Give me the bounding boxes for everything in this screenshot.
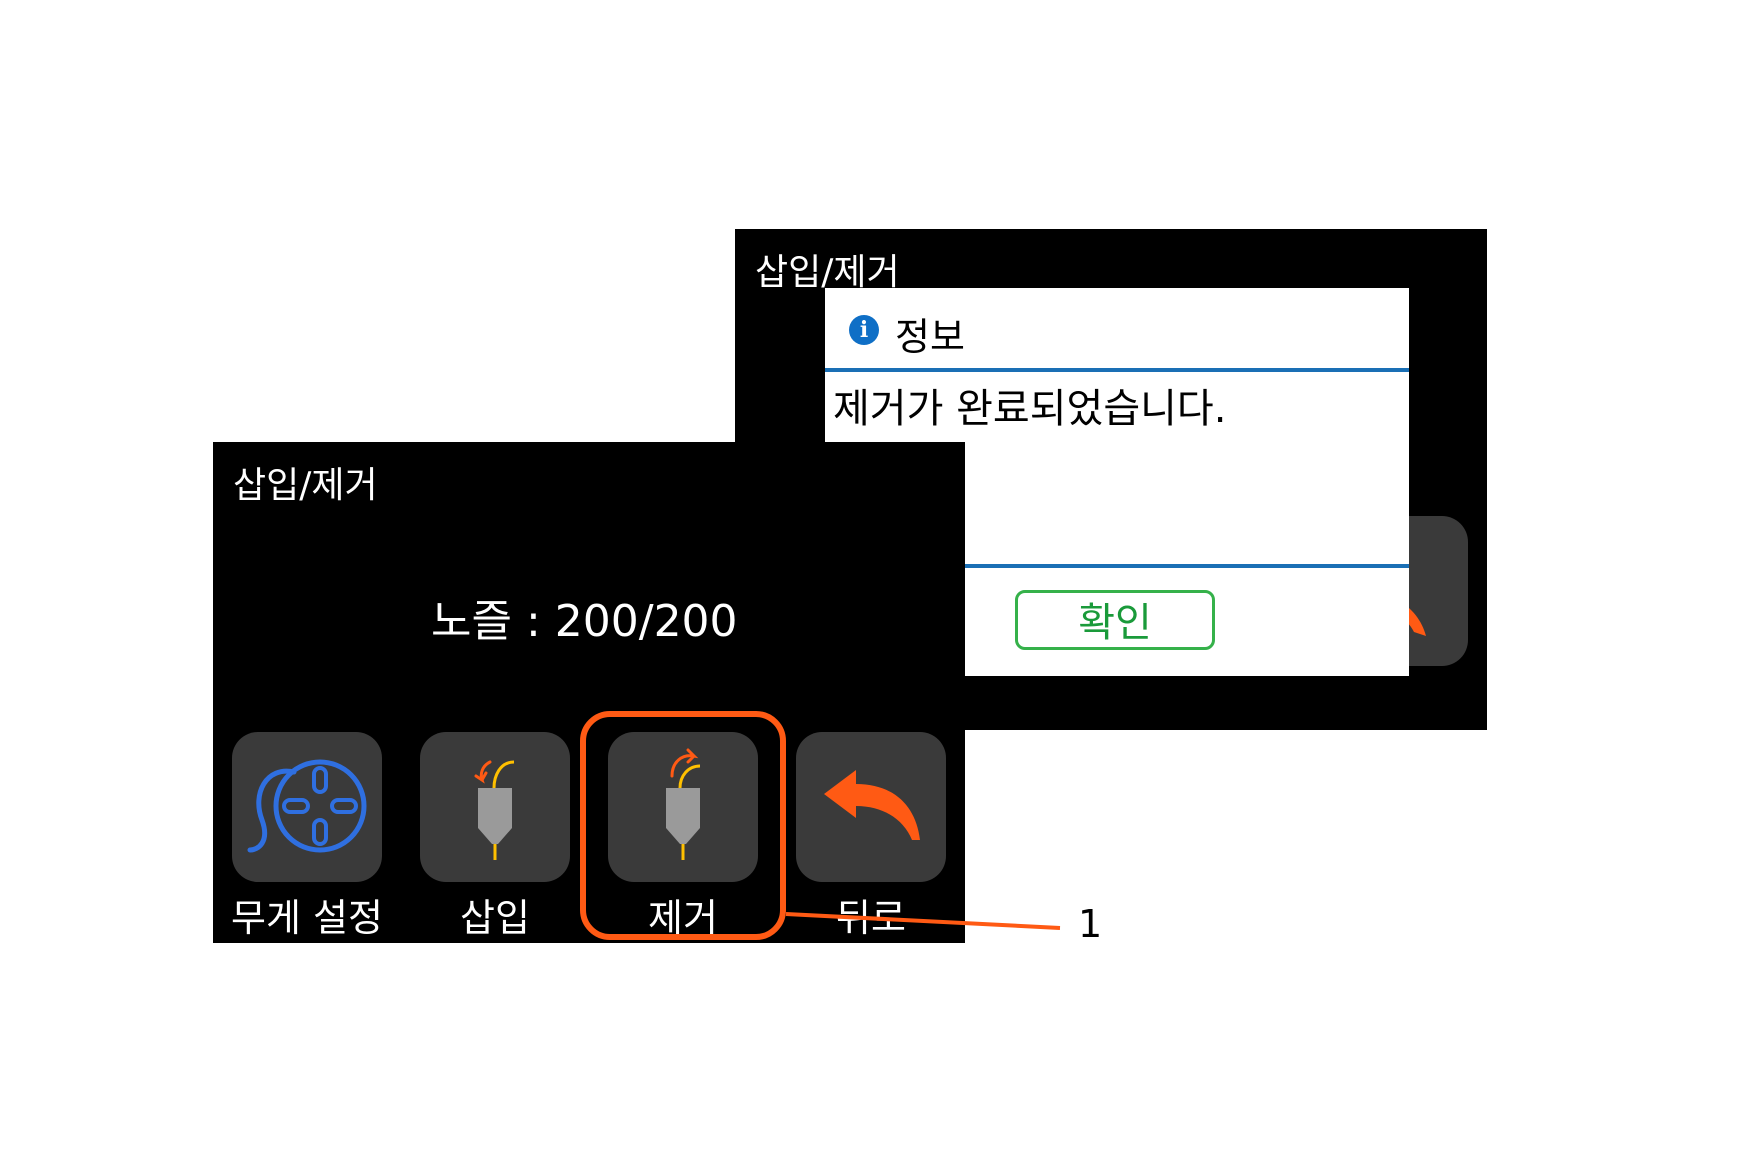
callout-number: 1 bbox=[1078, 902, 1103, 946]
callout-leader-line bbox=[785, 912, 1061, 930]
